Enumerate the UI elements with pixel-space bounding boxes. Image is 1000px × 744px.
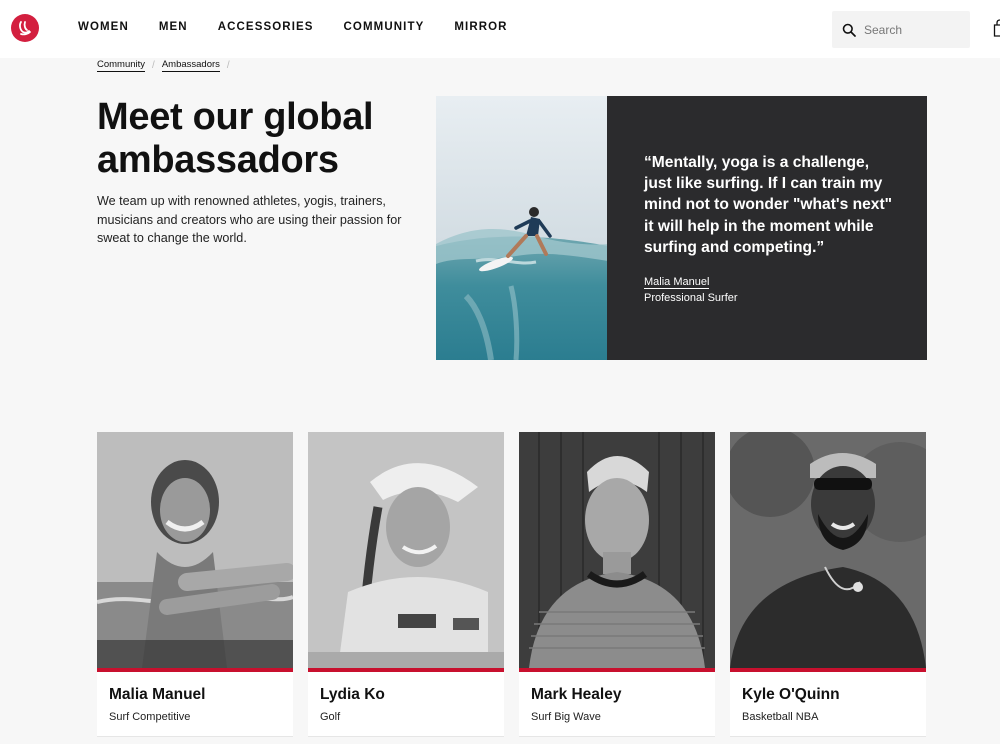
ambassador-photo (519, 432, 715, 668)
ambassador-name[interactable]: Malia Manuel (109, 686, 205, 704)
ambassador-grid: Malia Manuel Surf Competitive Lydia Ko G… (97, 432, 926, 736)
ambassador-card[interactable]: Lydia Ko Golf (308, 432, 504, 736)
page-title-line1: Meet our global (97, 96, 374, 138)
ambassador-sport: Surf Big Wave (531, 711, 601, 723)
quote-author-role: Professional Surfer (644, 292, 738, 305)
ambassador-card[interactable]: Malia Manuel Surf Competitive (97, 432, 293, 736)
card-accent-bar (308, 668, 504, 672)
page-title: Meet our global ambassadors (97, 96, 417, 182)
ambassador-card[interactable]: Mark Healey Surf Big Wave (519, 432, 715, 736)
search-icon[interactable] (842, 23, 856, 37)
nav-community[interactable]: COMMUNITY (344, 21, 425, 33)
quote-text: “Mentally, yoga is a challenge, just lik… (644, 154, 893, 256)
ambassador-photo (730, 432, 926, 668)
quote-panel: “Mentally, yoga is a challenge, just lik… (607, 96, 927, 360)
nav-accessories[interactable]: ACCESSORIES (218, 21, 314, 33)
card-accent-bar (97, 668, 293, 672)
nav-mirror[interactable]: MIRROR (454, 21, 507, 33)
breadcrumb-separator: / (152, 60, 155, 71)
quote-author-link[interactable]: Malia Manuel (644, 276, 710, 290)
ambassador-sport: Golf (320, 711, 341, 723)
shopping-bag-icon[interactable] (993, 19, 1000, 37)
page-title-line2: ambassadors (97, 139, 339, 181)
site-header: WOMEN MEN ACCESSORIES COMMUNITY MIRROR (0, 0, 1000, 58)
ambassador-name[interactable]: Kyle O'Quinn (742, 686, 840, 704)
logo-icon (19, 21, 31, 36)
nav-men[interactable]: MEN (159, 21, 188, 33)
search-box[interactable] (832, 11, 970, 48)
ambassador-sport: Surf Competitive (109, 711, 191, 723)
breadcrumb: Community / Ambassadors / (97, 59, 237, 72)
card-accent-bar (730, 668, 926, 672)
search-input[interactable] (864, 22, 960, 37)
ambassador-photo (308, 432, 504, 668)
nav-women[interactable]: WOMEN (78, 21, 129, 33)
card-accent-bar (519, 668, 715, 672)
ambassador-name[interactable]: Lydia Ko (320, 686, 385, 704)
breadcrumb-separator: / (226, 60, 230, 71)
hero-description: We team up with renowned athletes, yogis… (97, 194, 402, 245)
breadcrumb-ambassadors[interactable]: Ambassadors (161, 59, 220, 72)
hero-surfer-photo (436, 96, 608, 360)
breadcrumb-community[interactable]: Community (97, 59, 146, 72)
ambassador-sport: Basketball NBA (742, 711, 819, 723)
ambassador-photo (97, 432, 293, 668)
ambassador-card[interactable]: Kyle O'Quinn Basketball NBA (730, 432, 926, 736)
ambassador-name[interactable]: Mark Healey (531, 686, 621, 704)
main-nav: WOMEN MEN ACCESSORIES COMMUNITY MIRROR (78, 21, 538, 33)
lululemon-logo[interactable] (11, 14, 39, 42)
